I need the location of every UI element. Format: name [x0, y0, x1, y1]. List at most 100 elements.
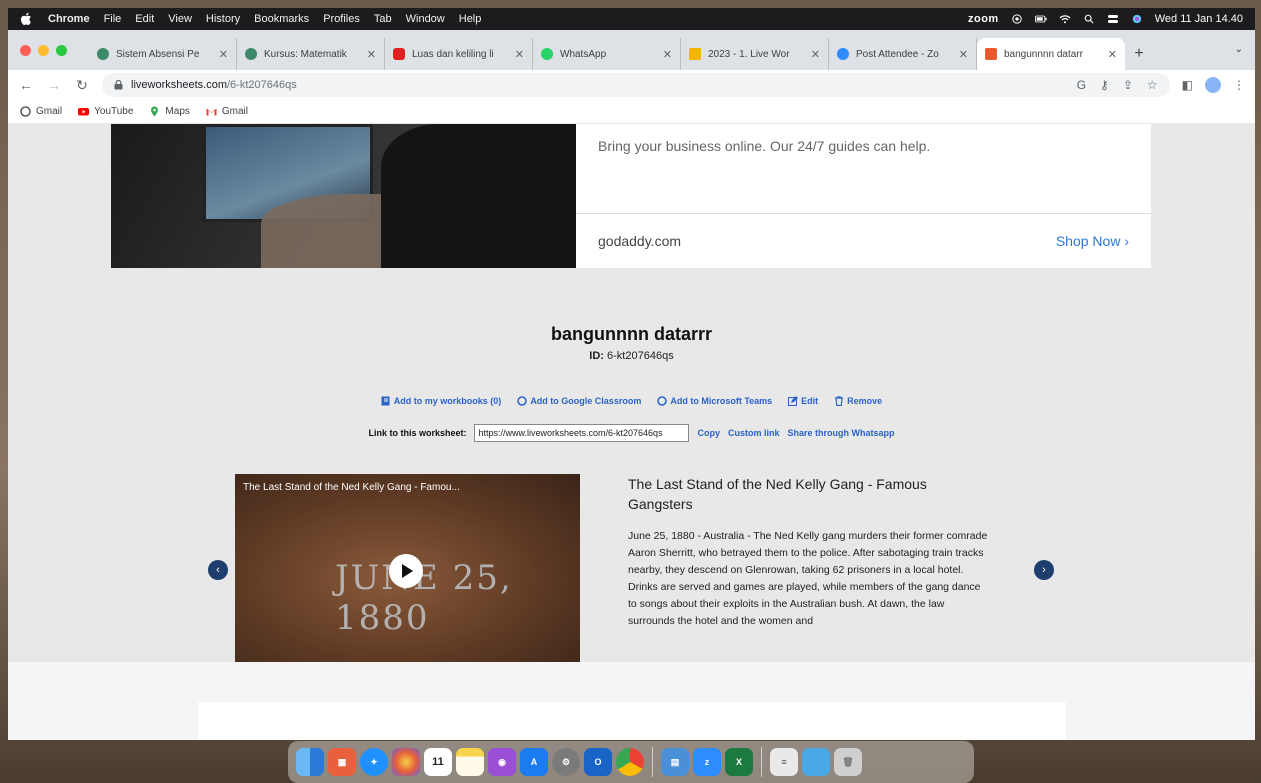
menu-help[interactable]: Help: [459, 13, 482, 25]
chrome-icon[interactable]: [616, 748, 644, 776]
menu-profiles[interactable]: Profiles: [323, 13, 360, 25]
action-label: Add to Microsoft Teams: [670, 396, 773, 406]
menu-view[interactable]: View: [168, 13, 192, 25]
close-window-button[interactable]: [20, 44, 31, 56]
share-icon[interactable]: ⇪: [1123, 78, 1133, 92]
close-tab-icon[interactable]: ✕: [663, 48, 672, 61]
menu-app-name[interactable]: Chrome: [48, 13, 90, 25]
notes-icon[interactable]: [456, 748, 484, 776]
podcasts-icon[interactable]: ◉: [488, 748, 516, 776]
minimize-window-button[interactable]: [38, 44, 49, 56]
ad-shop-now-link[interactable]: Shop Now ›: [1056, 233, 1129, 249]
add-to-microsoft-teams-link[interactable]: Add to Microsoft Teams: [657, 396, 772, 406]
menu-file[interactable]: File: [104, 13, 122, 25]
bookmark-gmail[interactable]: Gmail: [20, 106, 62, 117]
google-lens-icon[interactable]: G: [1077, 78, 1086, 92]
browser-tab[interactable]: Sistem Absensi Pe ✕: [89, 38, 237, 70]
zoom-menu-extra[interactable]: zoom: [968, 13, 999, 25]
page-footer-band: [8, 662, 1255, 740]
tab-favicon: [985, 48, 997, 60]
article-title[interactable]: The Last Stand of the Ned Kelly Gang - F…: [628, 474, 988, 514]
worksheet-link-input[interactable]: [474, 424, 690, 442]
safari-icon[interactable]: ✦: [360, 748, 388, 776]
tab-title: bangunnnn datarr: [1004, 48, 1083, 60]
system-settings-icon[interactable]: ⚙: [552, 748, 580, 776]
zoom-window-button[interactable]: [56, 44, 67, 56]
close-tab-icon[interactable]: ✕: [1108, 48, 1117, 61]
remove-link[interactable]: Remove: [834, 396, 882, 406]
share-whatsapp-link[interactable]: Share through Whatsapp: [788, 428, 895, 438]
custom-link-button[interactable]: Custom link: [728, 428, 780, 438]
tab-favicon: [837, 48, 849, 60]
excel-icon[interactable]: X: [725, 748, 753, 776]
carousel-next-button[interactable]: ›: [1034, 560, 1054, 580]
close-tab-icon[interactable]: ✕: [811, 48, 820, 61]
spotlight-search-icon[interactable]: [1083, 14, 1095, 24]
zoom-icon[interactable]: z: [693, 748, 721, 776]
ad-domain[interactable]: godaddy.com: [598, 233, 681, 249]
add-to-google-classroom-link[interactable]: Add to Google Classroom: [517, 396, 641, 406]
close-tab-icon[interactable]: ✕: [367, 48, 376, 61]
apple-icon[interactable]: [20, 12, 32, 26]
tab-search-chevron-icon[interactable]: ⌄: [1235, 44, 1243, 55]
article-body: June 25, 1880 - Australia - The Ned Kell…: [628, 530, 988, 627]
launchpad-icon[interactable]: ▦: [328, 748, 356, 776]
lock-icon[interactable]: [114, 80, 123, 90]
action-label: Add to my workbooks (0): [393, 396, 502, 406]
document-icon[interactable]: ≡: [770, 748, 798, 776]
edit-link[interactable]: Edit: [788, 396, 818, 406]
close-tab-icon[interactable]: ✕: [959, 48, 968, 61]
menu-window[interactable]: Window: [406, 13, 445, 25]
browser-tab[interactable]: Kursus: Matematik ✕: [237, 38, 385, 70]
folder-icon[interactable]: [802, 748, 830, 776]
close-tab-icon[interactable]: ✕: [219, 48, 228, 61]
bookmark-youtube[interactable]: YouTube: [78, 106, 133, 117]
screen-record-icon[interactable]: [1011, 14, 1023, 24]
reload-icon[interactable]: ↻: [74, 77, 90, 94]
video-overlay-date: JUNE 25, 1880: [335, 558, 513, 638]
menu-history[interactable]: History: [206, 13, 240, 25]
browser-tab[interactable]: Luas dan keliling li ✕: [385, 38, 533, 70]
control-center-icon[interactable]: [1107, 14, 1119, 24]
address-bar[interactable]: liveworksheets.com/6-kt207646qs G ⚷ ⇪ ☆: [102, 73, 1170, 97]
new-tab-button[interactable]: +: [1125, 38, 1153, 70]
battery-icon[interactable]: [1034, 14, 1047, 24]
forward-arrow-icon[interactable]: →: [46, 77, 62, 93]
bookmark-gmail[interactable]: Gmail: [206, 106, 248, 117]
video-player[interactable]: The Last Stand of the Ned Kelly Gang - F…: [235, 474, 580, 664]
trash-icon[interactable]: 🗑: [834, 748, 862, 776]
browser-tab[interactable]: WhatsApp ✕: [533, 38, 681, 70]
godaddy-ad-banner[interactable]: Bring your business online. Our 24/7 gui…: [111, 124, 1151, 268]
bookmark-maps[interactable]: Maps: [149, 106, 190, 117]
siri-icon[interactable]: [1131, 14, 1143, 24]
preview-icon[interactable]: ▤: [661, 748, 689, 776]
outlook-icon[interactable]: O: [584, 748, 612, 776]
action-label: Remove: [847, 396, 883, 406]
password-key-icon[interactable]: ⚷: [1100, 78, 1109, 92]
add-to-workbooks-link[interactable]: Add to my workbooks (0): [381, 396, 502, 406]
tab-title: Luas dan keliling li: [412, 48, 494, 60]
menu-bookmarks[interactable]: Bookmarks: [254, 13, 309, 25]
copy-link-button[interactable]: Copy: [697, 428, 720, 438]
carousel-prev-button[interactable]: ‹: [208, 560, 228, 580]
more-menu-icon[interactable]: ⋮: [1233, 78, 1245, 92]
finder-icon[interactable]: [296, 748, 324, 776]
bookmark-star-icon[interactable]: ☆: [1147, 78, 1158, 92]
calendar-icon[interactable]: 11: [424, 748, 452, 776]
play-button[interactable]: [389, 554, 423, 588]
menu-tab[interactable]: Tab: [374, 13, 392, 25]
app-store-icon[interactable]: A: [520, 748, 548, 776]
menu-bar-clock[interactable]: Wed 11 Jan 14.40: [1155, 13, 1243, 25]
ad-image[interactable]: [111, 124, 576, 268]
browser-tab-active[interactable]: bangunnnn datarr ✕: [977, 38, 1125, 70]
url-path: /6-kt207646qs: [226, 79, 297, 91]
photos-icon[interactable]: [392, 748, 420, 776]
menu-edit[interactable]: Edit: [135, 13, 154, 25]
back-arrow-icon[interactable]: ←: [18, 77, 34, 93]
side-panel-icon[interactable]: ◧: [1182, 78, 1193, 92]
profile-avatar[interactable]: [1205, 77, 1221, 93]
browser-tab[interactable]: 2023 - 1. Live Wor ✕: [681, 38, 829, 70]
wifi-icon[interactable]: [1059, 14, 1071, 24]
browser-tab[interactable]: Post Attendee - Zo ✕: [829, 38, 977, 70]
close-tab-icon[interactable]: ✕: [515, 48, 524, 61]
